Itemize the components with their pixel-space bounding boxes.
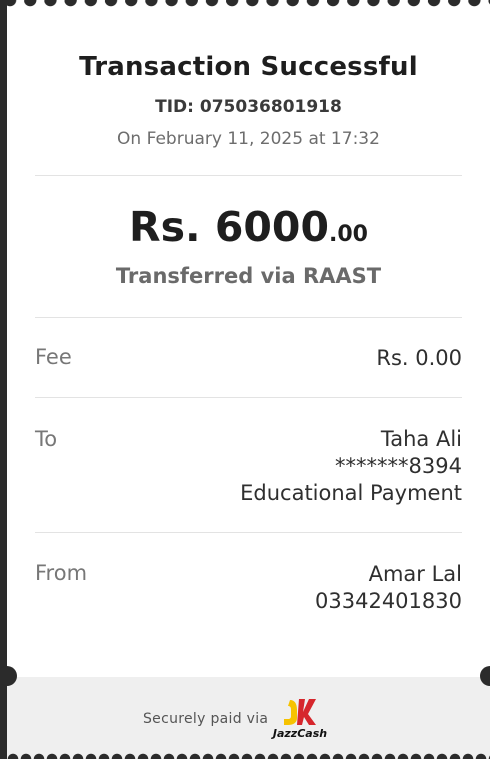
transaction-amount: Rs. 6000.00 bbox=[7, 203, 490, 251]
to-details: Taha Ali *******8394 Educational Payment bbox=[240, 426, 462, 507]
sender-name: Amar Lal bbox=[368, 562, 462, 586]
from-label: From bbox=[35, 561, 88, 585]
fee-label: Fee bbox=[35, 345, 72, 369]
transaction-receipt: Transaction Successful TID: 075036801918… bbox=[7, 0, 490, 759]
fee-amount: Rs. 0.00 bbox=[376, 346, 462, 370]
transaction-date: On February 11, 2025 at 17:32 bbox=[117, 129, 380, 149]
divider bbox=[35, 397, 462, 398]
page-title: Transaction Successful bbox=[79, 52, 418, 82]
divider bbox=[35, 175, 462, 176]
transaction-id: TID: 075036801918 bbox=[155, 97, 342, 117]
receipt-bottom-edge bbox=[7, 752, 490, 759]
payment-purpose: Educational Payment bbox=[240, 481, 462, 505]
recipient-account: *******8394 bbox=[335, 454, 462, 478]
transfer-method: Transferred via RAAST bbox=[115, 264, 382, 288]
receipt-top-edge bbox=[7, 0, 490, 14]
fee-value: Rs. 0.00 bbox=[376, 345, 462, 372]
jazzcash-logo-icon bbox=[284, 699, 316, 725]
from-details: Amar Lal 03342401830 bbox=[315, 561, 462, 615]
divider bbox=[35, 317, 462, 318]
secure-payment-text: Securely paid via bbox=[143, 711, 269, 727]
sender-account: 03342401830 bbox=[315, 589, 462, 613]
jazzcash-brand-name: JazzCash bbox=[272, 727, 328, 740]
jazzcash-logo: JazzCash bbox=[271, 696, 329, 742]
divider bbox=[35, 532, 462, 533]
recipient-name: Taha Ali bbox=[380, 427, 462, 451]
to-label: To bbox=[35, 427, 58, 451]
amount-main: Rs. 6000 bbox=[129, 203, 329, 251]
amount-decimal: .00 bbox=[328, 222, 368, 247]
